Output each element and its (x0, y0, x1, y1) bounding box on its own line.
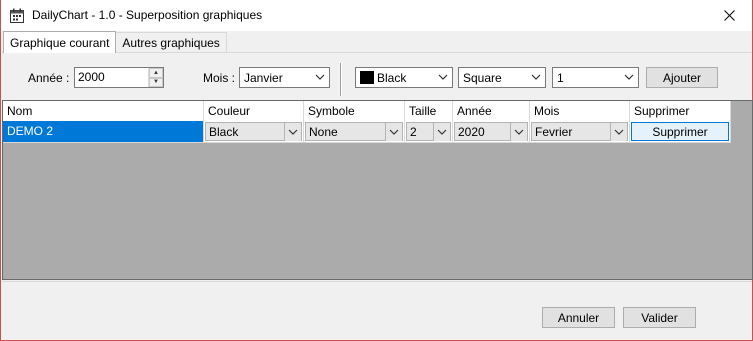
color-select[interactable]: Black (355, 67, 453, 88)
couleur-combo[interactable]: Black (205, 122, 302, 141)
cancel-button[interactable]: Annuler (542, 307, 615, 328)
toolbar-separator (340, 63, 342, 96)
annee-label: Année : (28, 71, 70, 85)
tab-autres-graphiques[interactable]: Autres graphiques (115, 32, 227, 53)
cell-symbole[interactable]: None (304, 121, 405, 143)
cell-mois[interactable]: Fevrier (530, 121, 630, 143)
close-button[interactable] (706, 0, 752, 31)
mois-select[interactable]: Janvier (239, 67, 330, 88)
cell-taille[interactable]: 2 (405, 121, 453, 143)
taille-combo[interactable]: 2 (406, 122, 451, 141)
mois-cell-value: Fevrier (535, 125, 573, 139)
delete-row-button[interactable]: Supprimer (631, 122, 729, 141)
calendar-icon (10, 8, 24, 23)
chevron-down-icon[interactable] (610, 123, 627, 141)
column-header-annee[interactable]: Année (453, 101, 530, 121)
column-header-taille[interactable]: Taille (405, 101, 453, 121)
annee-cell-value: 2020 (458, 125, 485, 139)
chevron-down-icon[interactable] (385, 123, 402, 141)
couleur-value: Black (209, 125, 239, 139)
close-icon (723, 10, 735, 21)
overlay-grid[interactable]: Nom Couleur Symbole Taille Année Mois Su… (2, 100, 753, 280)
spin-up-icon[interactable]: ▲ (149, 68, 163, 78)
mois-value: Janvier (244, 70, 283, 85)
table-row[interactable]: DEMO 2 Black None 2 2020 Fevrier Supprim… (3, 121, 731, 143)
annee-value: 2000 (78, 70, 105, 84)
annee-spin-buttons: ▲ ▼ (148, 68, 163, 87)
color-swatch (360, 71, 374, 84)
symbole-combo[interactable]: None (305, 122, 403, 141)
cell-annee[interactable]: 2020 (453, 121, 530, 143)
window-title: DailyChart - 1.0 - Superposition graphiq… (32, 8, 263, 22)
chevron-down-icon (315, 74, 325, 80)
grid-header: Nom Couleur Symbole Taille Année Mois Su… (3, 101, 731, 121)
ok-button[interactable]: Valider (623, 307, 696, 328)
tab-graphique-courant[interactable]: Graphique courant (3, 31, 117, 53)
symbole-value: None (309, 125, 338, 139)
add-button[interactable]: Ajouter (646, 67, 718, 88)
chevron-down-icon[interactable] (510, 123, 527, 141)
spin-down-icon[interactable]: ▼ (149, 77, 163, 87)
symbol-value: Square (463, 70, 502, 85)
size-select[interactable]: 1 (552, 67, 639, 88)
tab-strip: Graphique courant Autres graphiques (3, 31, 227, 53)
taille-value: 2 (410, 125, 417, 139)
mois-combo[interactable]: Fevrier (531, 122, 628, 141)
column-header-supprimer[interactable]: Supprimer (630, 101, 731, 121)
chevron-down-icon[interactable] (284, 123, 301, 141)
footer-separator (2, 281, 752, 282)
column-header-couleur[interactable]: Couleur (204, 101, 304, 121)
dialog-window: DailyChart - 1.0 - Superposition graphiq… (0, 0, 753, 341)
column-header-nom[interactable]: Nom (3, 101, 204, 121)
chevron-down-icon[interactable] (433, 123, 450, 141)
symbol-select[interactable]: Square (458, 67, 546, 88)
cell-nom[interactable]: DEMO 2 (3, 121, 204, 143)
cell-supprimer[interactable]: Supprimer (630, 121, 731, 143)
column-header-mois[interactable]: Mois (530, 101, 630, 121)
chevron-down-icon (438, 74, 448, 80)
size-value: 1 (557, 70, 564, 85)
cell-couleur[interactable]: Black (204, 121, 304, 143)
chevron-down-icon (624, 74, 634, 80)
column-header-symbole[interactable]: Symbole (304, 101, 405, 121)
color-value: Black (377, 70, 407, 85)
chevron-down-icon (531, 74, 541, 80)
mois-label: Mois : (203, 71, 236, 85)
title-bar[interactable]: DailyChart - 1.0 - Superposition graphiq… (1, 0, 752, 31)
annee-spinner[interactable]: 2000 ▲ ▼ (74, 67, 164, 88)
annee-combo[interactable]: 2020 (454, 122, 528, 141)
